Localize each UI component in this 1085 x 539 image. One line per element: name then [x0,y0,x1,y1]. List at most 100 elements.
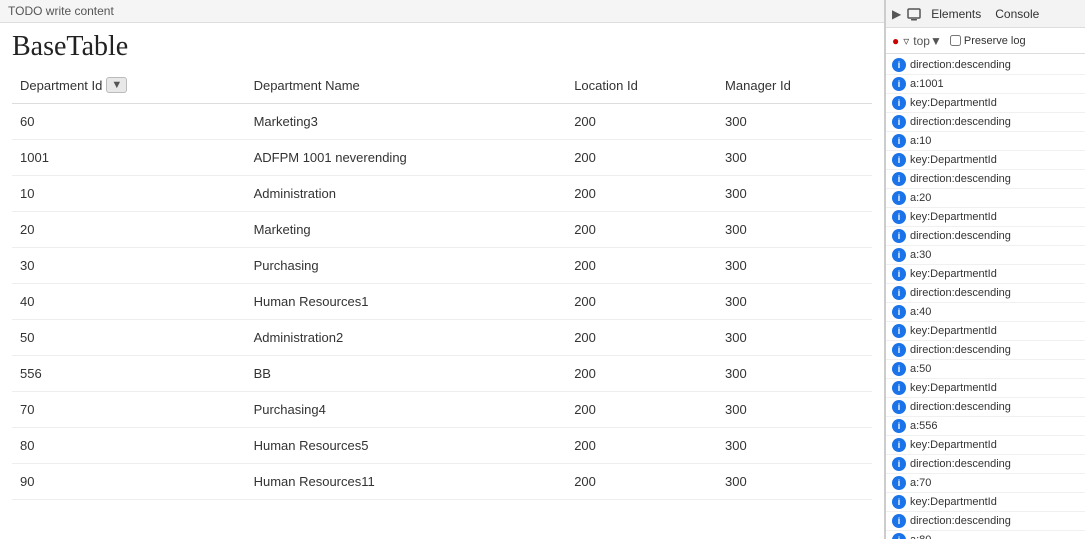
log-info-icon: i [892,248,906,262]
col-dept-id-label: Department Id [20,78,102,93]
log-text: key:DepartmentId [910,95,997,111]
table-row: 50Administration2200300 [12,320,872,356]
cell-location_id: 200 [566,356,717,392]
log-text: key:DepartmentId [910,209,997,225]
table-row: 90Human Resources11200300 [12,464,872,500]
inspect-icon[interactable]: ▶ [892,7,901,21]
log-info-icon: i [892,362,906,376]
main-area: TODO write content BaseTable Department … [0,0,885,539]
log-entry: idirection:descending [886,113,1085,132]
table-row: 60Marketing3200300 [12,104,872,140]
log-entry: ia:10 [886,132,1085,151]
log-text: a:1001 [910,76,944,92]
log-entry: ia:40 [886,303,1085,322]
log-text: direction:descending [910,456,1011,472]
log-info-icon: i [892,229,906,243]
cell-dept_name: Administration2 [246,320,567,356]
log-info-icon: i [892,134,906,148]
cell-dept_id: 10 [12,176,246,212]
table-row: 556BB200300 [12,356,872,392]
cell-dept_id: 80 [12,428,246,464]
log-info-icon: i [892,58,906,72]
table-body: 60Marketing32003001001ADFPM 1001 neveren… [12,104,872,500]
filter-icon[interactable]: ▿ [903,34,909,48]
base-table: Department Id ▼ Department Name Location… [12,67,872,500]
log-entry: ia:30 [886,246,1085,265]
cell-manager_id: 300 [717,176,872,212]
log-info-icon: i [892,438,906,452]
table-header-row: Department Id ▼ Department Name Location… [12,67,872,104]
cell-dept_name: Purchasing4 [246,392,567,428]
log-info-icon: i [892,191,906,205]
log-info-icon: i [892,400,906,414]
device-icon[interactable] [907,7,921,21]
col-dept-name-label: Department Name [254,78,360,93]
col-manager-id-label: Manager Id [725,78,791,93]
log-text: key:DepartmentId [910,494,997,510]
devtools-toolbar: ▶ Elements Console [886,0,1085,28]
devtools-log: idirection:descendingia:1001ikey:Departm… [886,54,1085,539]
log-info-icon: i [892,96,906,110]
stop-icon[interactable]: ● [892,34,899,48]
col-location-id-label: Location Id [574,78,638,93]
col-manager-id: Manager Id [717,67,872,104]
tab-console[interactable]: Console [991,5,1043,23]
cell-manager_id: 300 [717,428,872,464]
log-info-icon: i [892,153,906,167]
log-text: direction:descending [910,513,1011,529]
log-text: a:80 [910,532,931,539]
cell-dept_id: 30 [12,248,246,284]
log-text: key:DepartmentId [910,380,997,396]
log-entry: ia:80 [886,531,1085,539]
log-entry: i direction:descending [886,56,1085,75]
log-text: a:50 [910,361,931,377]
log-text: key:DepartmentId [910,266,997,282]
col-dept-id[interactable]: Department Id ▼ [12,67,246,104]
log-entry: ikey:DepartmentId [886,493,1085,512]
cell-dept_name: Purchasing [246,248,567,284]
log-text: a:40 [910,304,931,320]
log-text: a:70 [910,475,931,491]
devtools-filter-bar: ● ▿ top ▼ Preserve log [886,28,1085,54]
devtools-panel: ▶ Elements Console ● ▿ top ▼ Preserve lo… [885,0,1085,539]
log-text: direction:descending [910,228,1011,244]
log-text: key:DepartmentId [910,152,997,168]
log-text: key:DepartmentId [910,437,997,453]
cell-dept_id: 1001 [12,140,246,176]
table-container[interactable]: Department Id ▼ Department Name Location… [0,67,884,539]
log-entry: i key:DepartmentId [886,94,1085,113]
cell-manager_id: 300 [717,212,872,248]
log-info-icon: i [892,514,906,528]
log-info-icon: i [892,210,906,224]
cell-dept_id: 556 [12,356,246,392]
cell-dept_name: Human Resources11 [246,464,567,500]
log-entry: ia:1001 [886,75,1085,94]
log-entry: ia:20 [886,189,1085,208]
table-row: 1001ADFPM 1001 neverending200300 [12,140,872,176]
preserve-log-label: Preserve log [964,35,1026,47]
sort-button[interactable]: ▼ [106,77,127,93]
log-text: key:DepartmentId [910,323,997,339]
log-entry: i key:DepartmentId [886,436,1085,455]
table-row: 80Human Resources5200300 [12,428,872,464]
cell-location_id: 200 [566,140,717,176]
log-text: direction:descending [910,342,1011,358]
log-info-icon: i [892,381,906,395]
dropdown-top[interactable]: top ▼ [913,34,942,48]
cell-manager_id: 300 [717,464,872,500]
cell-dept_name: Human Resources5 [246,428,567,464]
log-text: direction:descending [910,57,1011,73]
cell-dept_name: BB [246,356,567,392]
log-entry: idirection:descending [886,341,1085,360]
cell-dept_id: 70 [12,392,246,428]
log-entry: i direction:descending [886,227,1085,246]
page-title: BaseTable [12,31,872,63]
cell-location_id: 200 [566,248,717,284]
cell-manager_id: 300 [717,248,872,284]
cell-dept_id: 40 [12,284,246,320]
cell-manager_id: 300 [717,392,872,428]
preserve-log-checkbox[interactable] [950,35,961,46]
log-entry: ia:556 [886,417,1085,436]
tab-elements[interactable]: Elements [927,5,985,23]
table-row: 30Purchasing200300 [12,248,872,284]
